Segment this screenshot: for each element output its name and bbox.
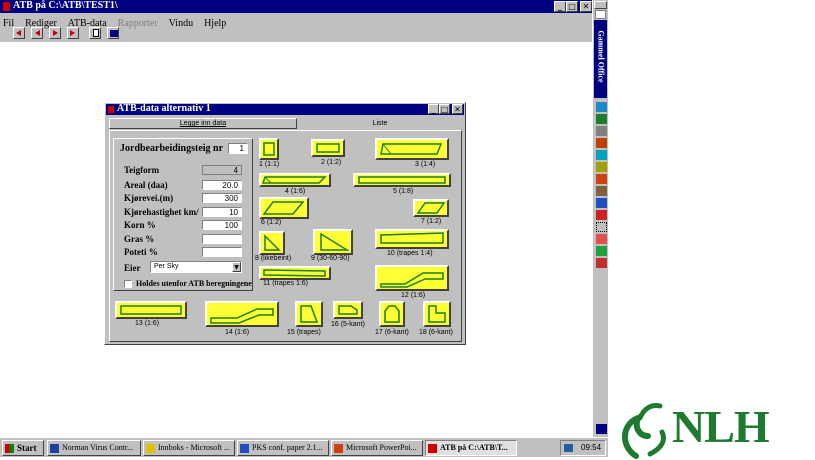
shape-11[interactable] xyxy=(259,266,331,280)
task-atb-active[interactable]: ATB på C:\ATB\T... xyxy=(425,440,517,456)
shape-14-label: 14 (1:6) xyxy=(225,329,250,336)
office-bottom-icon[interactable] xyxy=(596,424,607,434)
tools-icon[interactable] xyxy=(596,246,607,256)
outlook-icon[interactable] xyxy=(596,102,607,112)
atb-data-dialog: ATB-data alternativ 1 _ □ ✕ Legge inn da… xyxy=(104,102,466,345)
shape-13[interactable] xyxy=(115,301,187,319)
shape-3[interactable] xyxy=(375,138,449,160)
menu-bar: Fil Rediger ATB-data Rapporter Vindu Hje… xyxy=(3,13,563,29)
menu-vindu[interactable]: Vindu xyxy=(169,18,193,29)
shape-18-label: 18 (6-kant) xyxy=(419,329,453,336)
shape-5[interactable] xyxy=(353,173,451,187)
close-button[interactable]: ✕ xyxy=(580,1,592,12)
shape-9[interactable] xyxy=(313,229,353,255)
shape-15-label: 15 (trapes) xyxy=(287,329,321,336)
shape-13-label: 13 (1:6) xyxy=(135,320,160,327)
shape-6-label: 6 (1:2) xyxy=(261,219,282,226)
shape-2-label: 2 (1:2) xyxy=(321,159,342,166)
nlh-leaf-icon xyxy=(622,403,666,459)
task-pks-paper[interactable]: PKS conf. paper 2.1... xyxy=(237,440,329,456)
app-title: ATB på C:\ATB\TEST1\ xyxy=(13,0,118,11)
shape-7[interactable] xyxy=(413,199,449,217)
shape-grid: 1 (1:1) 2 (1:2) 3 (1:4) 4 (1:6) 5 (1:8) … xyxy=(105,103,467,346)
shape-16[interactable] xyxy=(333,301,363,319)
shape-16-label: 16 (5-kant) xyxy=(331,321,365,328)
shape-12[interactable] xyxy=(375,265,449,291)
office-control-icon[interactable] xyxy=(594,1,607,9)
office-bar-title-strip: Gammel Office xyxy=(594,20,607,98)
app-icon xyxy=(3,2,10,11)
chart-icon[interactable] xyxy=(596,234,607,244)
next-record-icon[interactable] xyxy=(49,27,61,39)
shape-6[interactable] xyxy=(259,197,309,219)
shape-4-label: 4 (1:6) xyxy=(285,188,306,195)
powerpoint-doc-icon xyxy=(334,444,343,453)
new-document-icon[interactable] xyxy=(89,27,101,39)
word-doc-icon xyxy=(240,444,249,453)
powerpoint-icon[interactable] xyxy=(596,174,607,184)
shape-5-label: 5 (1:8) xyxy=(393,188,414,195)
shape-3-label: 3 (1:4) xyxy=(415,161,436,168)
task-innboks[interactable]: Innboks - Microsoft ... xyxy=(143,440,235,456)
inbox-icon xyxy=(146,444,155,453)
shape-9-label: 9 (30-60-90) xyxy=(311,255,350,262)
nlh-logo-text: NLH xyxy=(672,401,770,452)
excel-icon[interactable] xyxy=(596,114,607,124)
shape-10[interactable] xyxy=(375,229,449,249)
shape-8-label: 8 (likebeint) xyxy=(255,255,292,262)
schedule-icon[interactable] xyxy=(596,210,607,220)
shape-4[interactable] xyxy=(259,173,331,187)
task-norman-virus[interactable]: Norman Virus Contr... xyxy=(47,440,141,456)
shape-2[interactable] xyxy=(311,139,345,157)
save-icon[interactable] xyxy=(107,27,119,39)
first-record-icon[interactable] xyxy=(13,27,25,39)
office-logo-icon[interactable] xyxy=(595,10,606,19)
norman-icon xyxy=(50,444,59,453)
shape-7-label: 7 (1:2) xyxy=(421,218,442,225)
settings-icon[interactable] xyxy=(596,186,607,196)
maximize-button[interactable]: □ xyxy=(566,1,578,12)
shape-17[interactable] xyxy=(379,301,405,327)
shape-14[interactable] xyxy=(205,301,279,327)
shape-15[interactable] xyxy=(295,301,323,327)
last-record-icon[interactable] xyxy=(67,27,79,39)
paint-icon[interactable] xyxy=(596,138,607,148)
tray-network-icon[interactable] xyxy=(564,444,573,452)
calculator-icon[interactable] xyxy=(596,126,607,136)
toolbar xyxy=(13,26,133,57)
shape-8[interactable] xyxy=(259,231,285,255)
system-tray: 09:54 xyxy=(560,440,606,456)
taskbar: Start Norman Virus Contr... Innboks - Mi… xyxy=(0,437,608,457)
shape-17-label: 17 (6-kant) xyxy=(375,329,409,336)
network-icon[interactable] xyxy=(596,162,607,172)
menu-hjelp[interactable]: Hjelp xyxy=(204,18,226,29)
game-icon[interactable] xyxy=(596,222,607,232)
clock[interactable]: 09:54 xyxy=(581,443,601,452)
nlh-logo: NLH xyxy=(612,392,815,459)
word-icon[interactable] xyxy=(596,198,607,208)
shape-1-label: 1 (1:1) xyxy=(259,161,280,168)
shape-11-label: 11 (trapes 1:6) xyxy=(263,280,309,287)
start-button[interactable]: Start xyxy=(2,440,44,456)
windows-logo-icon xyxy=(5,444,14,453)
minimize-button[interactable]: _ xyxy=(554,1,566,12)
access-icon[interactable] xyxy=(596,150,607,160)
shape-10-label: 10 (trapes 1:4) xyxy=(387,250,433,257)
binder-icon[interactable] xyxy=(596,258,607,268)
task-powerpoint[interactable]: Microsoft PowerPoi... xyxy=(331,440,423,456)
shape-12-label: 12 (1:6) xyxy=(401,292,426,299)
shape-1[interactable] xyxy=(259,138,279,160)
prev-record-icon[interactable] xyxy=(31,27,43,39)
office-bar-title: Gammel Office xyxy=(596,30,606,83)
shape-18[interactable] xyxy=(423,301,451,327)
atb-app-icon xyxy=(428,444,437,453)
app-titlebar[interactable]: ATB på C:\ATB\TEST1\ _ □ ✕ xyxy=(0,0,592,13)
